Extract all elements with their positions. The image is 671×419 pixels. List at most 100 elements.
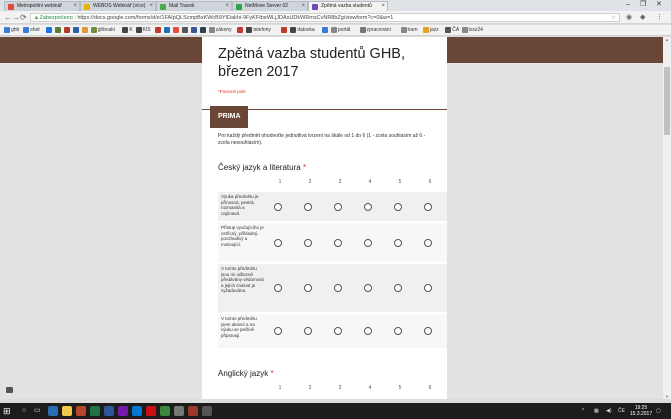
radio-option-3[interactable] [334,284,342,292]
radio-option-4[interactable] [364,238,372,247]
scrollbar-thumb[interactable] [664,67,670,135]
browser-tab[interactable]: WEBOS Webinář (více) × [80,1,156,11]
bookmark-item[interactable] [181,27,189,34]
bookmark-item[interactable] [63,27,71,34]
radio-option-4[interactable] [364,284,372,292]
bookmark-item[interactable] [321,27,329,34]
bookmark-item[interactable]: ghb [4,27,19,34]
task-view-icon[interactable]: ▭ [34,406,41,416]
search-icon[interactable]: ○ [22,406,26,416]
bookmark-item[interactable] [81,27,89,34]
scroll-up-icon[interactable]: ▲ [663,37,671,42]
extension-icon[interactable]: ◉ [626,13,632,22]
bookmark-item[interactable]: telefony [246,27,271,34]
scroll-down-icon[interactable]: ▼ [663,394,671,399]
radio-option-5[interactable] [394,327,402,335]
maximize-icon[interactable]: ❐ [640,0,646,10]
radio-option-2[interactable] [304,238,312,247]
radio-option-5[interactable] [394,238,402,247]
excel-icon[interactable] [90,406,100,416]
windows-start-icon[interactable]: ⊞ [3,406,11,416]
radio-option-6[interactable] [424,202,432,211]
system-clock[interactable]: 19:25 15.3.2017 [629,405,653,417]
language-icon[interactable]: ČE [618,406,625,416]
close-tab-icon[interactable]: × [149,2,153,11]
notifications-icon[interactable]: ▢ [656,406,661,416]
bookmark-item[interactable]: sheł [23,27,39,34]
radio-option-3[interactable] [334,238,342,247]
bookmark-item[interactable] [154,27,162,34]
radio-option-6[interactable] [424,327,432,335]
onenote-icon[interactable] [118,406,128,416]
radio-option-1[interactable] [274,327,282,335]
extension-icon[interactable]: ◆ [640,13,645,22]
bookmark-item[interactable] [237,27,244,34]
app-icon[interactable] [202,406,212,416]
close-window-icon[interactable]: ✕ [656,0,662,10]
bookmark-item[interactable] [281,27,288,34]
close-tab-icon[interactable]: × [225,2,229,11]
app-icon[interactable] [174,406,184,416]
bookmark-item[interactable]: tram [400,27,418,34]
address-bar[interactable]: 🔒︎ Zabezpečeno | https://docs.google.com… [30,13,620,22]
radio-option-3[interactable] [334,327,342,335]
scale-label: 1 [278,385,282,391]
bookmark-item[interactable] [163,27,171,34]
edge-icon[interactable] [48,406,58,416]
radio-option-6[interactable] [424,238,432,247]
bookmark-item[interactable]: ghbvaki [90,27,115,34]
chrome-icon[interactable] [160,406,170,416]
browser-tab[interactable]: Mail Tracek × [156,1,232,11]
close-tab-icon[interactable]: × [73,2,77,11]
reload-icon[interactable]: ⟳ [20,12,27,23]
bookmark-item[interactable]: zákony [208,27,232,34]
radio-option-4[interactable] [364,327,372,335]
bookmark-item[interactable]: K [122,27,133,34]
bookmark-item[interactable]: portál [330,27,350,34]
bookmark-item[interactable]: zpracování [359,27,391,34]
bookmark-item[interactable]: jazz [422,27,439,34]
forward-icon[interactable]: → [12,12,20,23]
radio-option-3[interactable] [334,202,342,211]
radio-option-1[interactable] [274,284,282,292]
outlook-icon[interactable] [132,406,142,416]
word-icon[interactable] [104,406,114,416]
minimize-icon[interactable]: – [626,0,630,10]
volume-icon[interactable]: ◀) [606,406,612,416]
browser-tab[interactable]: NetMove Server 02 × [232,1,308,11]
radio-option-1[interactable] [274,238,282,247]
bookmark-star-icon[interactable]: ☆ [611,14,616,21]
bookmark-item[interactable]: datovka [290,27,315,34]
bookmark-item[interactable] [45,27,53,34]
menu-icon[interactable]: ⋮ [656,13,663,22]
browser-tab-active[interactable]: Zpětná vazba studentů × [308,1,388,11]
close-tab-icon[interactable]: × [381,2,385,11]
radio-option-2[interactable] [304,202,312,211]
bookmark-item[interactable]: ČA [445,27,459,34]
tray-chevron-icon[interactable]: ^ [582,406,584,416]
radio-option-6[interactable] [424,284,432,292]
bookmark-item[interactable] [54,27,62,34]
radio-option-5[interactable] [394,202,402,211]
powerpoint-icon[interactable] [76,406,86,416]
opera-icon[interactable] [146,406,156,416]
bookmark-item[interactable]: KIS [135,27,151,34]
radio-option-1[interactable] [274,202,282,211]
feedback-icon[interactable] [6,387,13,393]
radio-option-2[interactable] [304,284,312,292]
bookmark-item[interactable] [72,27,80,34]
bookmark-item[interactable]: losz24 [461,27,483,34]
close-tab-icon[interactable]: × [301,2,305,11]
bookmark-item[interactable] [172,27,180,34]
network-icon[interactable]: ▦ [594,406,599,416]
back-icon[interactable]: ← [4,12,12,23]
vertical-scrollbar[interactable]: ▲ ▼ [663,37,671,399]
browser-tab[interactable]: Metropolitní webinář × [4,1,80,11]
radio-option-4[interactable] [364,202,372,211]
radio-option-2[interactable] [304,327,312,335]
radio-option-5[interactable] [394,284,402,292]
bookmark-item[interactable] [199,27,207,34]
bookmark-item[interactable] [190,27,198,34]
file-explorer-icon[interactable] [62,406,72,416]
app-icon[interactable] [188,406,198,416]
